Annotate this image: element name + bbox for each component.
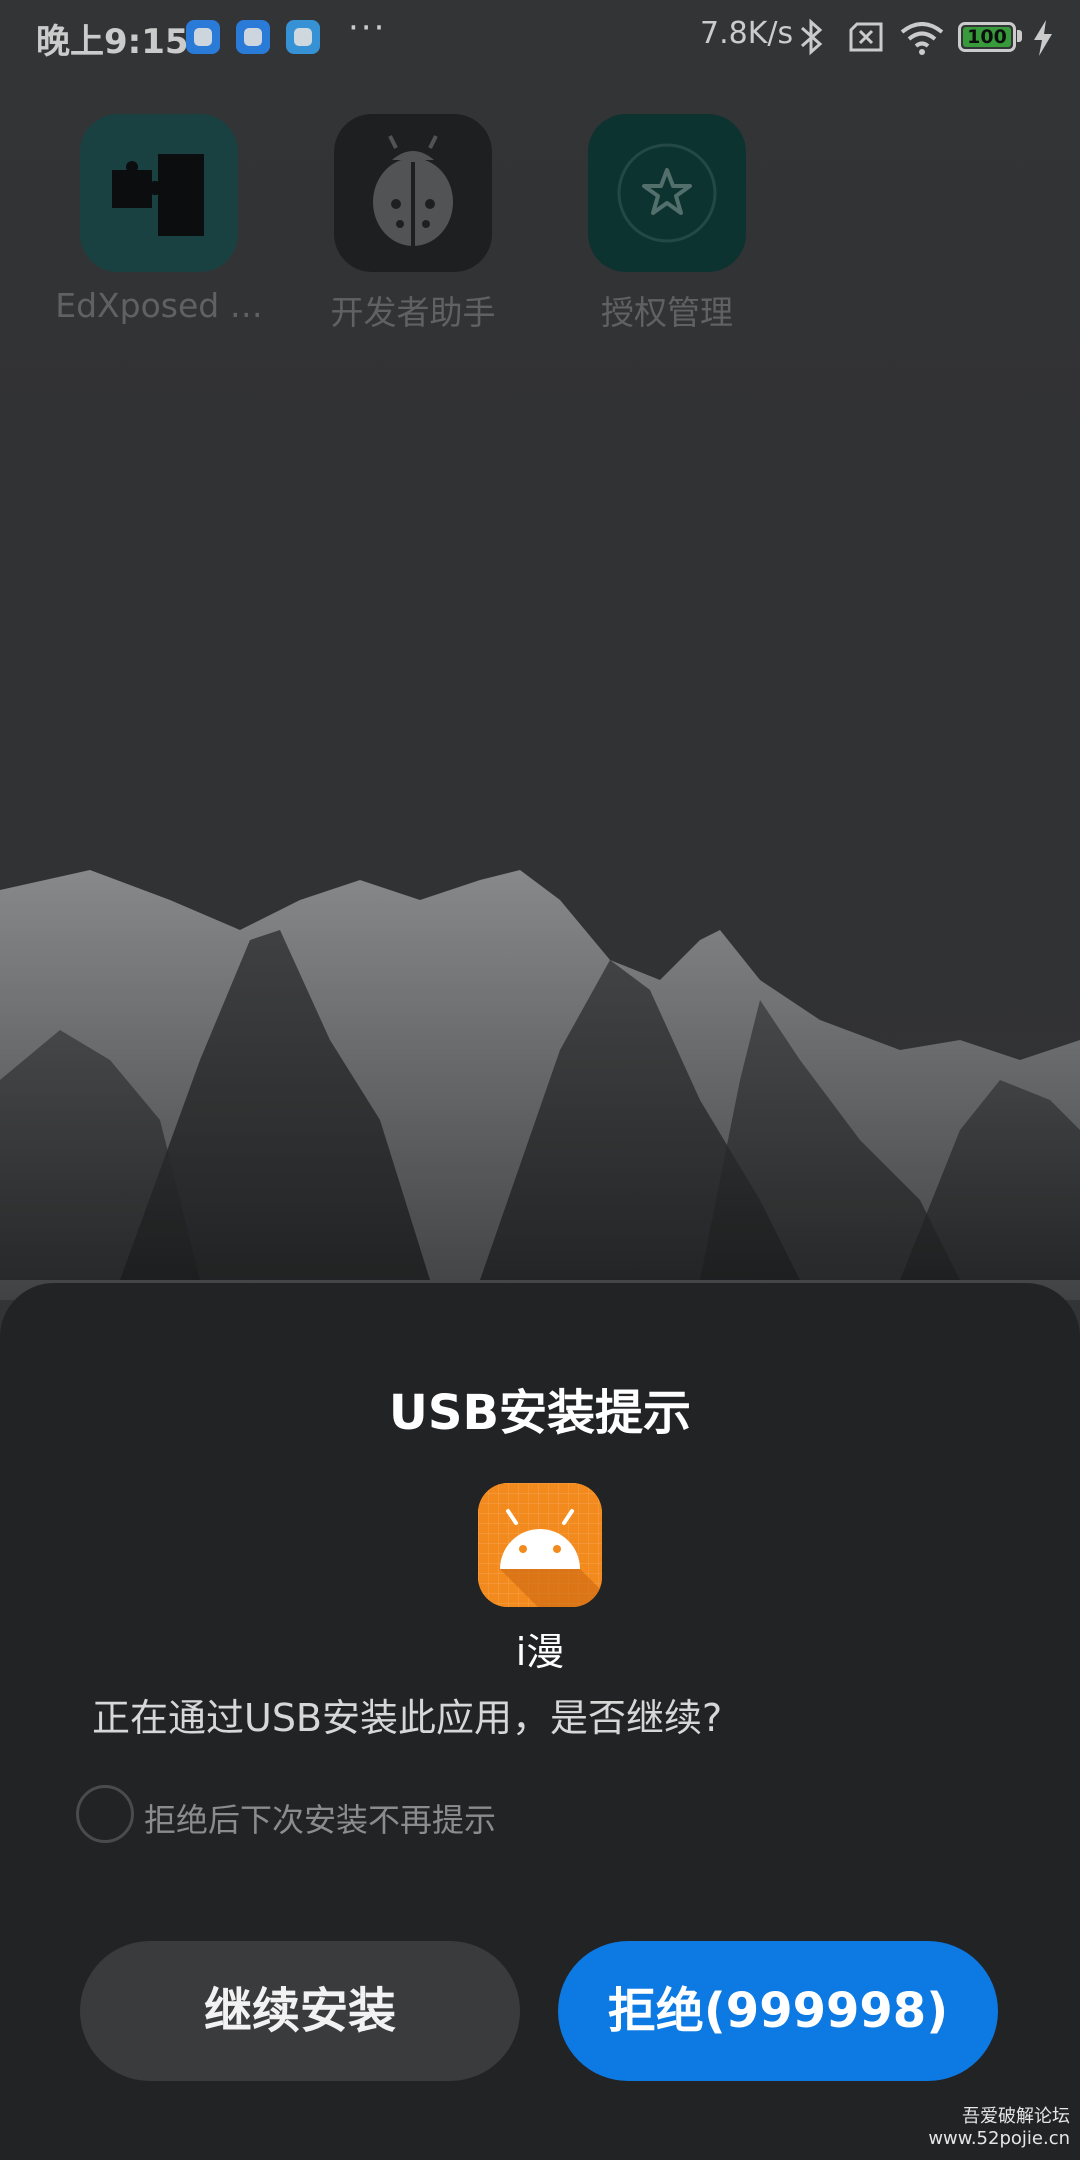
reject-button[interactable]: 拒绝(999998) [558, 1941, 998, 2081]
android-icon [478, 1483, 602, 1607]
watermark-line2: www.52pojie.cn [928, 2128, 1070, 2149]
usb-install-dialog: USB安装提示 i漫 正在通过USB安装此应用，是否继续? 拒绝后下次安装不再提… [0, 1283, 1080, 2160]
dialog-title: USB安装提示 [388, 1385, 692, 1441]
app-name: i漫 [515, 1630, 565, 1674]
dialog-message: 正在通过USB安装此应用，是否继续? [92, 1696, 723, 1740]
watermark-line1: 吾爱破解论坛 [962, 2106, 1070, 2127]
checkbox-label: 拒绝后下次安装不再提示 [144, 1801, 497, 1839]
watermark: 吾爱破解论坛 www.52pojie.cn [928, 2106, 1070, 2150]
continue-install-button[interactable]: 继续安装 [80, 1941, 520, 2081]
dont-prompt-checkbox[interactable] [76, 1785, 134, 1843]
